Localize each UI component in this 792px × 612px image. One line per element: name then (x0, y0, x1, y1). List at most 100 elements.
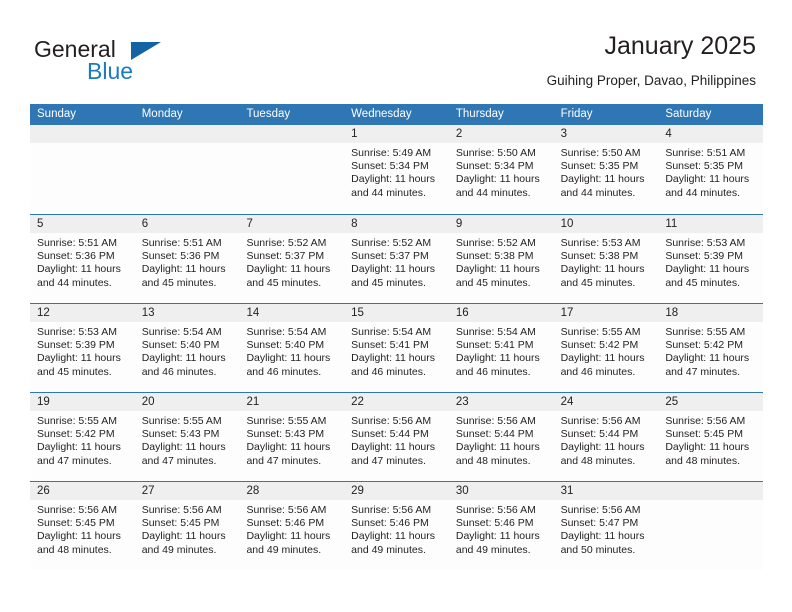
calendar-day-cell-empty (239, 125, 345, 214)
day-sun-info: Sunrise: 5:56 AM Sunset: 5:45 PM Daylight:… (135, 500, 240, 557)
calendar-day-cell[interactable]: 23 Sunrise: 5:56 AM Sunset: 5:44 PM Dayligh… (448, 393, 554, 481)
calendar-week-row: 5 Sunrise: 5:51 AM Sunset: 5:36 PM Daylight… (30, 214, 764, 303)
calendar-day-cell[interactable]: 21 Sunrise: 5:55 AM Sunset: 5:43 PM Dayligh… (239, 393, 345, 481)
weekday-header-wednesday: Wednesday (351, 108, 412, 120)
day-number: 30 (448, 482, 554, 500)
sunset-time: Sunset: 5:38 PM (455, 250, 534, 263)
calendar-day-cell[interactable]: 20 Sunrise: 5:55 AM Sunset: 5:43 PM Dayligh… (134, 393, 240, 481)
calendar-week-row: 19 Sunrise: 5:55 AM Sunset: 5:42 PM Dayligh… (30, 392, 764, 481)
sunset-time: Sunset: 5:41 PM (351, 339, 429, 352)
daylight-duration: Daylight: 11 hours and 49 minutes. (246, 530, 331, 556)
weekday-header-thursday: Thursday (455, 108, 504, 120)
sunrise-time: Sunrise: 5:51 AM (141, 237, 222, 249)
calendar-day-cell[interactable]: 30 Sunrise: 5:56 AM Sunset: 5:46 PM Dayligh… (448, 482, 554, 570)
day-number: 12 (30, 304, 135, 322)
calendar-day-cell[interactable]: 28 Sunrise: 5:56 AM Sunset: 5:46 PM Dayligh… (239, 482, 345, 570)
calendar-day-cell[interactable]: 2 Sunrise: 5:50 AM Sunset: 5:34 PM Daylight… (448, 125, 554, 214)
daylight-duration: Daylight: 11 hours and 46 minutes. (141, 352, 226, 378)
daylight-duration: Daylight: 11 hours and 44 minutes. (351, 173, 436, 199)
day-sun-info: Sunrise: 5:56 AM Sunset: 5:46 PM Daylight:… (344, 500, 449, 557)
calendar-day-cell[interactable]: 12 Sunrise: 5:53 AM Sunset: 5:39 PM Dayligh… (30, 304, 135, 392)
calendar-day-cell[interactable]: 26 Sunrise: 5:56 AM Sunset: 5:45 PM Dayligh… (30, 482, 135, 570)
logo-text-blue: Blue (87, 58, 134, 84)
sunset-time: Sunset: 5:45 PM (665, 428, 743, 441)
calendar-day-cell[interactable]: 5 Sunrise: 5:51 AM Sunset: 5:36 PM Daylight… (30, 215, 135, 303)
sunrise-time: Sunrise: 5:52 AM (246, 237, 327, 249)
sunset-time: Sunset: 5:35 PM (665, 160, 743, 173)
sunrise-time: Sunrise: 5:53 AM (665, 237, 746, 249)
sunset-time: Sunset: 5:37 PM (246, 250, 325, 263)
calendar-week-row: 1 Sunrise: 5:49 AM Sunset: 5:34 PM Daylight… (30, 125, 764, 214)
sunrise-time: Sunrise: 5:56 AM (351, 504, 432, 516)
day-number: 4 (658, 125, 764, 143)
calendar-day-cell[interactable]: 8 Sunrise: 5:52 AM Sunset: 5:37 PM Daylight… (344, 215, 449, 303)
daylight-duration: Daylight: 11 hours and 44 minutes. (665, 173, 750, 199)
sunset-time: Sunset: 5:45 PM (141, 517, 220, 530)
sunset-time: Sunset: 5:34 PM (455, 160, 534, 173)
day-sun-info: Sunrise: 5:56 AM Sunset: 5:47 PM Daylight:… (554, 500, 659, 557)
calendar-day-cell[interactable]: 3 Sunrise: 5:50 AM Sunset: 5:35 PM Daylight… (553, 125, 659, 214)
calendar-day-cell[interactable]: 9 Sunrise: 5:52 AM Sunset: 5:38 PM Daylight… (448, 215, 554, 303)
sunset-time: Sunset: 5:45 PM (37, 517, 115, 530)
calendar-day-cell[interactable]: 24 Sunrise: 5:56 AM Sunset: 5:44 PM Dayligh… (553, 393, 659, 481)
weekday-header-sunday: Sunday (37, 108, 77, 120)
daylight-duration: Daylight: 11 hours and 49 minutes. (455, 530, 540, 556)
day-sun-info: Sunrise: 5:56 AM Sunset: 5:45 PM Daylight:… (658, 411, 763, 468)
calendar-day-cell[interactable]: 19 Sunrise: 5:55 AM Sunset: 5:42 PM Dayligh… (30, 393, 135, 481)
day-sun-info: Sunrise: 5:50 AM Sunset: 5:34 PM Daylight:… (449, 143, 554, 200)
calendar-day-cell[interactable]: 17 Sunrise: 5:55 AM Sunset: 5:42 PM Dayligh… (553, 304, 659, 392)
sunset-time: Sunset: 5:42 PM (560, 339, 639, 352)
day-sun-info: Sunrise: 5:52 AM Sunset: 5:37 PM Daylight:… (344, 233, 449, 290)
calendar-day-cell[interactable]: 10 Sunrise: 5:53 AM Sunset: 5:38 PM Dayligh… (553, 215, 659, 303)
general-blue-logo[interactable]: General Blue (34, 36, 234, 90)
calendar-day-cell[interactable]: 27 Sunrise: 5:56 AM Sunset: 5:45 PM Dayligh… (134, 482, 240, 570)
sunrise-time: Sunrise: 5:54 AM (141, 326, 222, 338)
day-number: 23 (448, 393, 554, 411)
day-number: 18 (658, 304, 764, 322)
daylight-duration: Daylight: 11 hours and 47 minutes. (37, 441, 121, 467)
calendar-day-cell[interactable]: 31 Sunrise: 5:56 AM Sunset: 5:47 PM Dayligh… (553, 482, 659, 570)
sunrise-time: Sunrise: 5:56 AM (455, 504, 536, 516)
sunset-time: Sunset: 5:39 PM (37, 339, 115, 352)
daylight-duration: Daylight: 11 hours and 46 minutes. (455, 352, 540, 378)
calendar-day-cell-empty (134, 125, 240, 214)
day-sun-info: Sunrise: 5:56 AM Sunset: 5:46 PM Daylight:… (239, 500, 344, 557)
calendar-day-cell[interactable]: 4 Sunrise: 5:51 AM Sunset: 5:35 PM Daylight… (658, 125, 764, 214)
calendar-day-cell[interactable]: 11 Sunrise: 5:53 AM Sunset: 5:39 PM Dayligh… (658, 215, 764, 303)
daylight-duration: Daylight: 11 hours and 49 minutes. (141, 530, 226, 556)
day-sun-info: Sunrise: 5:56 AM Sunset: 5:45 PM Daylight:… (30, 500, 135, 557)
calendar-day-cell[interactable]: 22 Sunrise: 5:56 AM Sunset: 5:44 PM Dayligh… (344, 393, 449, 481)
calendar-day-cell[interactable]: 25 Sunrise: 5:56 AM Sunset: 5:45 PM Dayligh… (658, 393, 764, 481)
calendar-day-cell-empty (658, 482, 764, 570)
day-sun-info: Sunrise: 5:55 AM Sunset: 5:42 PM Daylight:… (658, 322, 763, 379)
day-number: 22 (344, 393, 449, 411)
daylight-duration: Daylight: 11 hours and 49 minutes. (351, 530, 436, 556)
calendar-day-cell[interactable]: 14 Sunrise: 5:54 AM Sunset: 5:40 PM Dayligh… (239, 304, 345, 392)
calendar-day-cell[interactable]: 6 Sunrise: 5:51 AM Sunset: 5:36 PM Daylight… (134, 215, 240, 303)
calendar-day-cell[interactable]: 29 Sunrise: 5:56 AM Sunset: 5:46 PM Dayligh… (344, 482, 449, 570)
day-number: 5 (30, 215, 135, 233)
calendar-day-cell[interactable]: 1 Sunrise: 5:49 AM Sunset: 5:34 PM Daylight… (344, 125, 449, 214)
sunset-time: Sunset: 5:34 PM (351, 160, 429, 173)
daylight-duration: Daylight: 11 hours and 47 minutes. (665, 352, 750, 378)
calendar-weeks: 1 Sunrise: 5:49 AM Sunset: 5:34 PM Daylight… (30, 125, 764, 570)
triangle-icon (131, 42, 161, 60)
sunrise-time: Sunrise: 5:55 AM (665, 326, 746, 338)
sunrise-time: Sunrise: 5:56 AM (560, 415, 641, 427)
calendar-day-cell[interactable]: 7 Sunrise: 5:52 AM Sunset: 5:37 PM Daylight… (239, 215, 345, 303)
calendar-day-cell[interactable]: 13 Sunrise: 5:54 AM Sunset: 5:40 PM Dayligh… (134, 304, 240, 392)
sunset-time: Sunset: 5:44 PM (560, 428, 639, 441)
day-sun-info: Sunrise: 5:49 AM Sunset: 5:34 PM Daylight:… (344, 143, 449, 200)
day-number: 3 (553, 125, 659, 143)
sunrise-time: Sunrise: 5:51 AM (665, 147, 746, 159)
title-block: January 2025 Guihing Proper, Davao, Phil… (547, 30, 756, 91)
calendar-day-cell[interactable]: 15 Sunrise: 5:54 AM Sunset: 5:41 PM Dayligh… (344, 304, 449, 392)
sunrise-time: Sunrise: 5:55 AM (246, 415, 327, 427)
calendar-day-cell[interactable]: 18 Sunrise: 5:55 AM Sunset: 5:42 PM Dayligh… (658, 304, 764, 392)
day-sun-info: Sunrise: 5:53 AM Sunset: 5:39 PM Daylight:… (658, 233, 763, 290)
sunrise-time: Sunrise: 5:56 AM (560, 504, 641, 516)
daylight-duration: Daylight: 11 hours and 44 minutes. (455, 173, 540, 199)
sunrise-time: Sunrise: 5:56 AM (351, 415, 432, 427)
calendar-day-cell[interactable]: 16 Sunrise: 5:54 AM Sunset: 5:41 PM Dayligh… (448, 304, 554, 392)
page-header: General Blue January 2025 Guihing Proper… (0, 0, 792, 100)
